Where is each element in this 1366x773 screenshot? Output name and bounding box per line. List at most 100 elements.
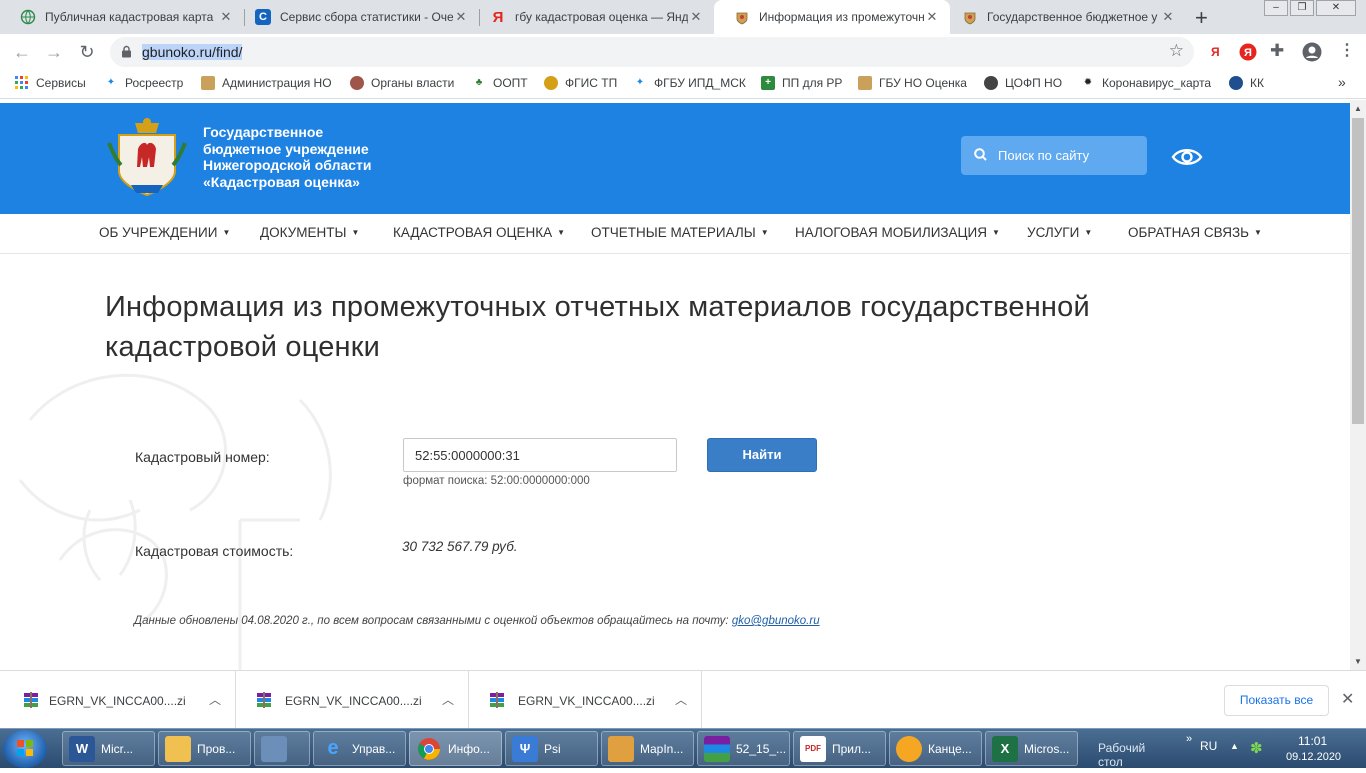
find-button[interactable]: Найти xyxy=(707,438,817,472)
bookmark-cofp[interactable]: ЦОФП НО xyxy=(984,76,1062,90)
bookmarks-overflow-icon[interactable]: » xyxy=(1338,74,1346,90)
taskbar-item[interactable]: Канце... xyxy=(889,731,982,766)
menu-dots-icon[interactable]: ⋮ xyxy=(1339,40,1355,60)
nav-feedback[interactable]: ОБРАТНАЯ СВЯЗЬ ▼ xyxy=(1128,225,1262,240)
toolbar-overflow-icon[interactable]: » xyxy=(1186,733,1192,745)
coat-of-arms-logo[interactable] xyxy=(105,113,189,199)
taskbar-item[interactable]: e Управ... xyxy=(313,731,406,766)
bookmark-label: ПП для РР xyxy=(782,76,843,90)
download-item[interactable]: EGRN_VK_INCCA00....zi ︿ xyxy=(3,671,236,729)
nav-label: КАДАСТРОВАЯ ОЦЕНКА xyxy=(393,225,553,240)
reload-icon[interactable]: ↻ xyxy=(77,42,97,63)
close-tab-icon[interactable]: ✕ xyxy=(924,9,940,25)
browser-tab-active[interactable]: Информация из промежуточн ✕ xyxy=(714,0,950,34)
address-bar[interactable]: gbunoko.ru/find/ ☆ xyxy=(110,37,1194,67)
bookmark-gbu-ocenka[interactable]: ГБУ НО Оценка xyxy=(858,76,967,90)
taskbar-item[interactable]: PDF Прил... xyxy=(793,731,886,766)
close-tab-icon[interactable]: ✕ xyxy=(218,9,234,25)
taskbar-item[interactable]: MapIn... xyxy=(601,731,694,766)
download-item[interactable]: EGRN_VK_INCCA00....zi ︿ xyxy=(236,671,469,729)
bookmark-rosreestr[interactable]: ✦ Росреестр xyxy=(104,76,184,90)
bookmark-label: Коронавирус_карта xyxy=(1102,76,1212,90)
close-window-icon[interactable]: ✕ xyxy=(1316,0,1356,16)
bookmark-corona[interactable]: ✹ Коронавирус_карта xyxy=(1081,76,1211,90)
nav-documents[interactable]: ДОКУМЕНТЫ ▼ xyxy=(260,225,359,240)
show-all-downloads-button[interactable]: Показать все xyxy=(1224,685,1329,716)
taskbar-item[interactable] xyxy=(254,731,310,766)
taskbar-item-active[interactable]: Инфо... xyxy=(409,731,502,766)
new-tab-button[interactable]: + xyxy=(1195,5,1208,31)
taskbar-item[interactable]: X Micros... xyxy=(985,731,1078,766)
bookmark-administration[interactable]: Администрация НО xyxy=(201,76,332,90)
chevron-down-icon: ▼ xyxy=(1084,228,1093,237)
tray-expand-icon[interactable]: ▲ xyxy=(1230,741,1239,751)
chevron-up-icon[interactable]: ︿ xyxy=(675,691,687,708)
winrar-archive-icon xyxy=(257,692,271,708)
extensions-puzzle-icon[interactable]: ✚ xyxy=(1270,41,1284,61)
chevron-up-icon[interactable]: ︿ xyxy=(442,691,454,708)
close-tab-icon[interactable]: ✕ xyxy=(1160,9,1176,25)
yandex-icon[interactable]: Я xyxy=(1211,45,1220,59)
bookmark-fgis-tp[interactable]: ФГИС ТП xyxy=(544,76,617,90)
bookmark-star-icon[interactable]: ☆ xyxy=(1169,41,1184,61)
close-tab-icon[interactable]: ✕ xyxy=(688,9,704,25)
emblem-icon xyxy=(734,9,750,25)
bookmark-services[interactable]: Сервисы xyxy=(15,76,86,90)
yandex-badge-icon[interactable]: Я xyxy=(1239,43,1257,65)
psi-icon: Ψ xyxy=(512,735,538,762)
minimize-icon[interactable]: – xyxy=(1264,0,1288,16)
emblem-icon xyxy=(858,76,872,90)
desktop-toolbar-label[interactable]: Рабочий стол xyxy=(1098,741,1145,769)
nav-tax-mobilization[interactable]: НАЛОГОВАЯ МОБИЛИЗАЦИЯ ▼ xyxy=(795,225,1000,240)
browser-tab[interactable]: Государственное бюджетное у ✕ xyxy=(942,0,1186,34)
forward-arrow-icon[interactable]: → xyxy=(44,42,64,63)
start-button[interactable] xyxy=(3,730,47,768)
eye-icon[interactable] xyxy=(1171,147,1203,167)
contact-email-link[interactable]: gko@gbunoko.ru xyxy=(732,615,820,627)
restore-icon[interactable]: ❐ xyxy=(1290,0,1314,16)
cadastral-number-input[interactable] xyxy=(403,438,677,472)
profile-icon[interactable] xyxy=(1302,42,1322,66)
nav-services[interactable]: УСЛУГИ ▼ xyxy=(1027,225,1092,240)
browser-tab[interactable]: C Сервис сбора статистики - Оче ✕ xyxy=(235,0,479,34)
clock-time[interactable]: 11:01 xyxy=(1298,734,1327,748)
language-indicator[interactable]: RU xyxy=(1200,739,1217,753)
taskbar-label: Micr... xyxy=(101,741,133,756)
nav-cadastral-valuation[interactable]: КАДАСТРОВАЯ ОЦЕНКА ▼ xyxy=(393,225,565,240)
scroll-up-arrow-icon[interactable]: ▲ xyxy=(1354,104,1362,113)
taskbar-item[interactable]: 52_15_... xyxy=(697,731,790,766)
bookmark-authorities[interactable]: Органы власти xyxy=(350,76,454,90)
taskbar-item[interactable]: Ψ Psi xyxy=(505,731,598,766)
close-tab-icon[interactable]: ✕ xyxy=(453,9,469,25)
nav-label: ОБРАТНАЯ СВЯЗЬ xyxy=(1128,225,1249,240)
download-item[interactable]: EGRN_VK_INCCA00....zi ︿ xyxy=(469,671,702,729)
bookmark-fgbu[interactable]: ✦ ФГБУ ИПД_МСК xyxy=(633,76,746,90)
bookmark-kk[interactable]: КК xyxy=(1229,76,1264,90)
chrome-icon xyxy=(416,736,442,762)
browser-tab[interactable]: Я гбу кадастровая оценка — Янд ✕ xyxy=(470,0,714,34)
nav-label: ДОКУМЕНТЫ xyxy=(260,225,347,240)
emblem-icon xyxy=(962,9,978,25)
taskbar-item[interactable]: W Micr... xyxy=(62,731,155,766)
clock-date[interactable]: 09.12.2020 xyxy=(1286,751,1341,763)
scroll-down-arrow-icon[interactable]: ▼ xyxy=(1354,657,1362,666)
network-icon[interactable]: ✽ xyxy=(1250,739,1263,757)
search-format-hint: формат поиска: 52:00:0000000:000 xyxy=(403,475,590,487)
scrollbar-thumb[interactable] xyxy=(1352,118,1364,424)
ie-icon: e xyxy=(327,737,339,759)
page-scrollbar[interactable]: ▲ ▼ xyxy=(1350,100,1366,670)
taskbar-item[interactable]: Пров... xyxy=(158,731,251,766)
chevron-up-icon[interactable]: ︿ xyxy=(209,691,221,708)
bookmark-label: Администрация НО xyxy=(222,76,332,90)
bookmark-pp[interactable]: + ПП для РР xyxy=(761,76,842,90)
bookmark-oopt[interactable]: ♣ ООПТ xyxy=(472,76,528,90)
browser-tab[interactable]: Публичная кадастровая карта ✕ xyxy=(0,0,244,34)
back-arrow-icon[interactable]: ← xyxy=(12,42,32,63)
close-icon[interactable]: ✕ xyxy=(1341,689,1354,709)
virus-icon: ✹ xyxy=(1083,77,1093,88)
site-search-input[interactable]: Поиск по сайту xyxy=(961,136,1147,175)
nav-reports[interactable]: ОТЧЕТНЫЕ МАТЕРИАЛЫ ▼ xyxy=(591,225,769,240)
nav-about[interactable]: ОБ УЧРЕЖДЕНИИ ▼ xyxy=(99,225,230,240)
winrar-archive-icon xyxy=(490,692,504,708)
tab-strip: Публичная кадастровая карта ✕ C Сервис с… xyxy=(0,0,1366,34)
